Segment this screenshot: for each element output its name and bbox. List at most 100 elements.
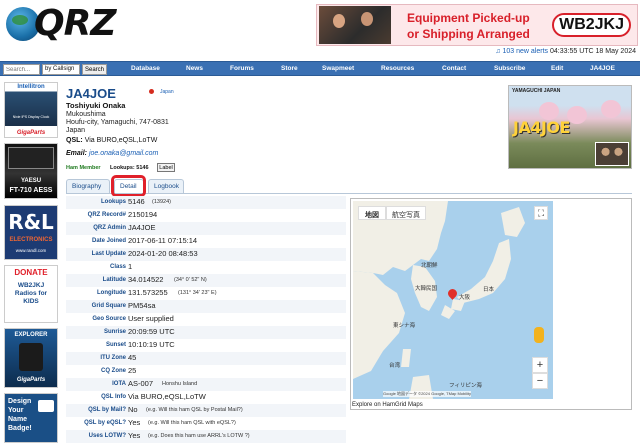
detail-value: 5146 [128,197,145,206]
japan-flag-icon [149,89,154,94]
tab-logbook[interactable]: Logbook [148,179,184,193]
satellite-type-button[interactable]: 航空写真 [386,206,426,220]
detail-key: Geo Source [92,316,126,322]
email-link[interactable]: joe.onaka@gmail.com [89,150,158,157]
callsign-title: JA4JOE [66,86,116,101]
detail-value: 34.014522 [128,275,164,284]
search-type-select[interactable]: by Callsign [42,64,80,75]
nav-resources[interactable]: Resources [381,65,414,72]
detail-row: CQ Zone 25 [66,365,346,378]
detail-value: 45 [128,353,137,362]
nav-contact[interactable]: Contact [442,65,466,72]
detail-value: 10:10:19 UTC [128,340,175,349]
pegman-icon[interactable] [534,327,544,343]
detail-note: (e.g. Does this ham use ARRL's LOTW ?) [148,433,250,439]
ad-line-1: Equipment Picked-up [407,11,530,25]
ad-intellitron[interactable]: Intellitron Nixie IPS Display Clock Giga… [4,82,58,138]
email-line: Email: joe.onaka@gmail.com [66,150,158,157]
badge-image [38,400,54,412]
nav-news[interactable]: News [186,65,203,72]
detail-key: QSL Info [101,394,126,400]
address-line-2: Houfu-city, Yamaguchi, 747-0831 [66,119,169,126]
detail-value: 2017-06-11 07:15:14 [128,236,198,245]
left-ad-column: Intellitron Nixie IPS Display Clock Giga… [4,80,58,446]
detail-row: QRZ Record# 2150194 [66,209,346,222]
ad-brand: WB2JKJ [552,13,631,37]
qrz-logo[interactable]: QRZ [4,3,116,45]
qsl-value: Via BURO,eQSL,LoTW [84,137,158,144]
tab-biography[interactable]: Biography [66,179,110,193]
nav-store[interactable]: Store [281,65,298,72]
map-attribution: Google 地図データ ©2024 Google, TMap Mobility [383,391,472,397]
bell-icon: ♫ [495,48,501,55]
detail-key: ITU Zone [100,355,126,361]
search-form: by Callsign Search [3,64,107,75]
nav-forums[interactable]: Forums [230,65,254,72]
ad-randl[interactable]: R&L ELECTRONICS www.randl.com [4,205,58,260]
detail-key: Uses LOTW? [88,433,126,439]
detail-value: 25 [128,366,137,375]
ad-title: Intellitron [17,84,45,90]
header-ad-banner[interactable]: Equipment Picked-up or Shipping Arranged… [316,4,638,46]
detail-row: Latitude 34.014522 (34° 0' 52" N) [66,274,346,287]
ad-explorer[interactable]: EXPLORER GigaParts [4,328,58,388]
ad-photo [319,6,391,44]
photo-header-text: YAMAGUCHI JAPAN [512,88,561,94]
address-line-3: Japan [66,127,86,134]
map-caption-link[interactable]: Explore on HamGrid Maps [352,402,423,408]
top-status-line: ♫ 103 new alerts 04:33:55 UTC 18 May 202… [0,48,640,59]
detail-value: No [128,405,138,414]
nav-edit[interactable]: Edit [551,65,563,72]
detail-value: 2150194 [128,210,158,219]
detail-key: Grid Square [91,303,126,309]
detail-key: QSL by Mail? [88,407,126,413]
detail-key: Latitude [102,277,126,283]
ad-title: R&L [8,210,54,234]
map-panel: 地図 航空写真 ⛶ 北朝鮮 大韓民国 日本 大阪 東シナ海 台湾 フィリピン海 … [350,198,632,410]
zoom-out-button[interactable]: − [532,373,548,389]
google-map[interactable]: 地図 航空写真 ⛶ 北朝鮮 大韓民国 日本 大阪 東シナ海 台湾 フィリピン海 … [353,201,553,399]
detail-row: Grid Square PM54sa [66,300,346,313]
zoom-in-button[interactable]: + [532,357,548,373]
nav-subscribe[interactable]: Subscribe [494,65,525,72]
search-input[interactable] [3,64,40,75]
map-type-button[interactable]: 地図 [358,206,386,220]
radio-image [19,343,43,371]
map-label-east-china-sea: 東シナ海 [393,323,416,329]
site-header: QRZ Equipment Picked-up or Shipping Arra… [0,0,640,48]
detail-note: (e.g. Will this ham QSL by Postal Mail?) [146,407,243,413]
detail-value: JA4JOE [128,223,156,232]
ad-brand: GigaParts [16,130,46,136]
detail-row: QSL by Mail? No (e.g. Will this ham QSL by… [66,404,346,417]
label-button[interactable]: Label [157,163,175,172]
ad-yaesu[interactable]: YAESU FT-710 AESS [4,143,58,199]
detail-note: (131° 34' 23" E) [178,290,217,296]
fullscreen-icon[interactable]: ⛶ [534,206,548,220]
operator-name: Toshiyuki Onaka [66,101,126,110]
ad-title: EXPLORER [14,332,48,338]
profile-photo[interactable]: YAMAGUCHI JAPAN JA4JOE [508,85,632,169]
alerts-area: ♫ 103 new alerts 04:33:55 UTC 18 May 202… [495,48,636,55]
detail-key: Sunrise [103,329,126,335]
detail-row: Class 1 [66,261,346,274]
detail-key: Date Joined [91,238,126,244]
detail-value: 1 [128,262,133,271]
detail-table: Lookups 5146 (13924) QRZ Record# 2150194 QR… [66,196,346,446]
detail-row: QSL Info Via BURO,eQSL,LoTW [66,391,346,404]
ad-name-badge[interactable]: Design Your Name Badge! [4,393,58,443]
ad-donate[interactable]: DONATE WB2JKJ Radios for KIDS [4,265,58,323]
map-land-shapes [353,201,525,399]
detail-key: QRZ Admin [93,225,126,231]
nav-database[interactable]: Database [131,65,160,72]
detail-note: Honshu Island [162,381,198,387]
nav-my-callsign[interactable]: JA4JOE [590,65,615,72]
qsl-label: QSL: [66,137,83,144]
nav-swapmeet[interactable]: Swapmeet [322,65,354,72]
country-link[interactable]: Japan [160,89,174,95]
alerts-link[interactable]: 103 new alerts [503,48,549,55]
detail-key: Lookups [101,199,126,205]
detail-key: CQ Zone [101,368,126,374]
search-button[interactable]: Search [82,64,107,75]
detail-row: Lookups 5146 (13924) [66,196,346,209]
detail-value: Yes [128,418,141,427]
